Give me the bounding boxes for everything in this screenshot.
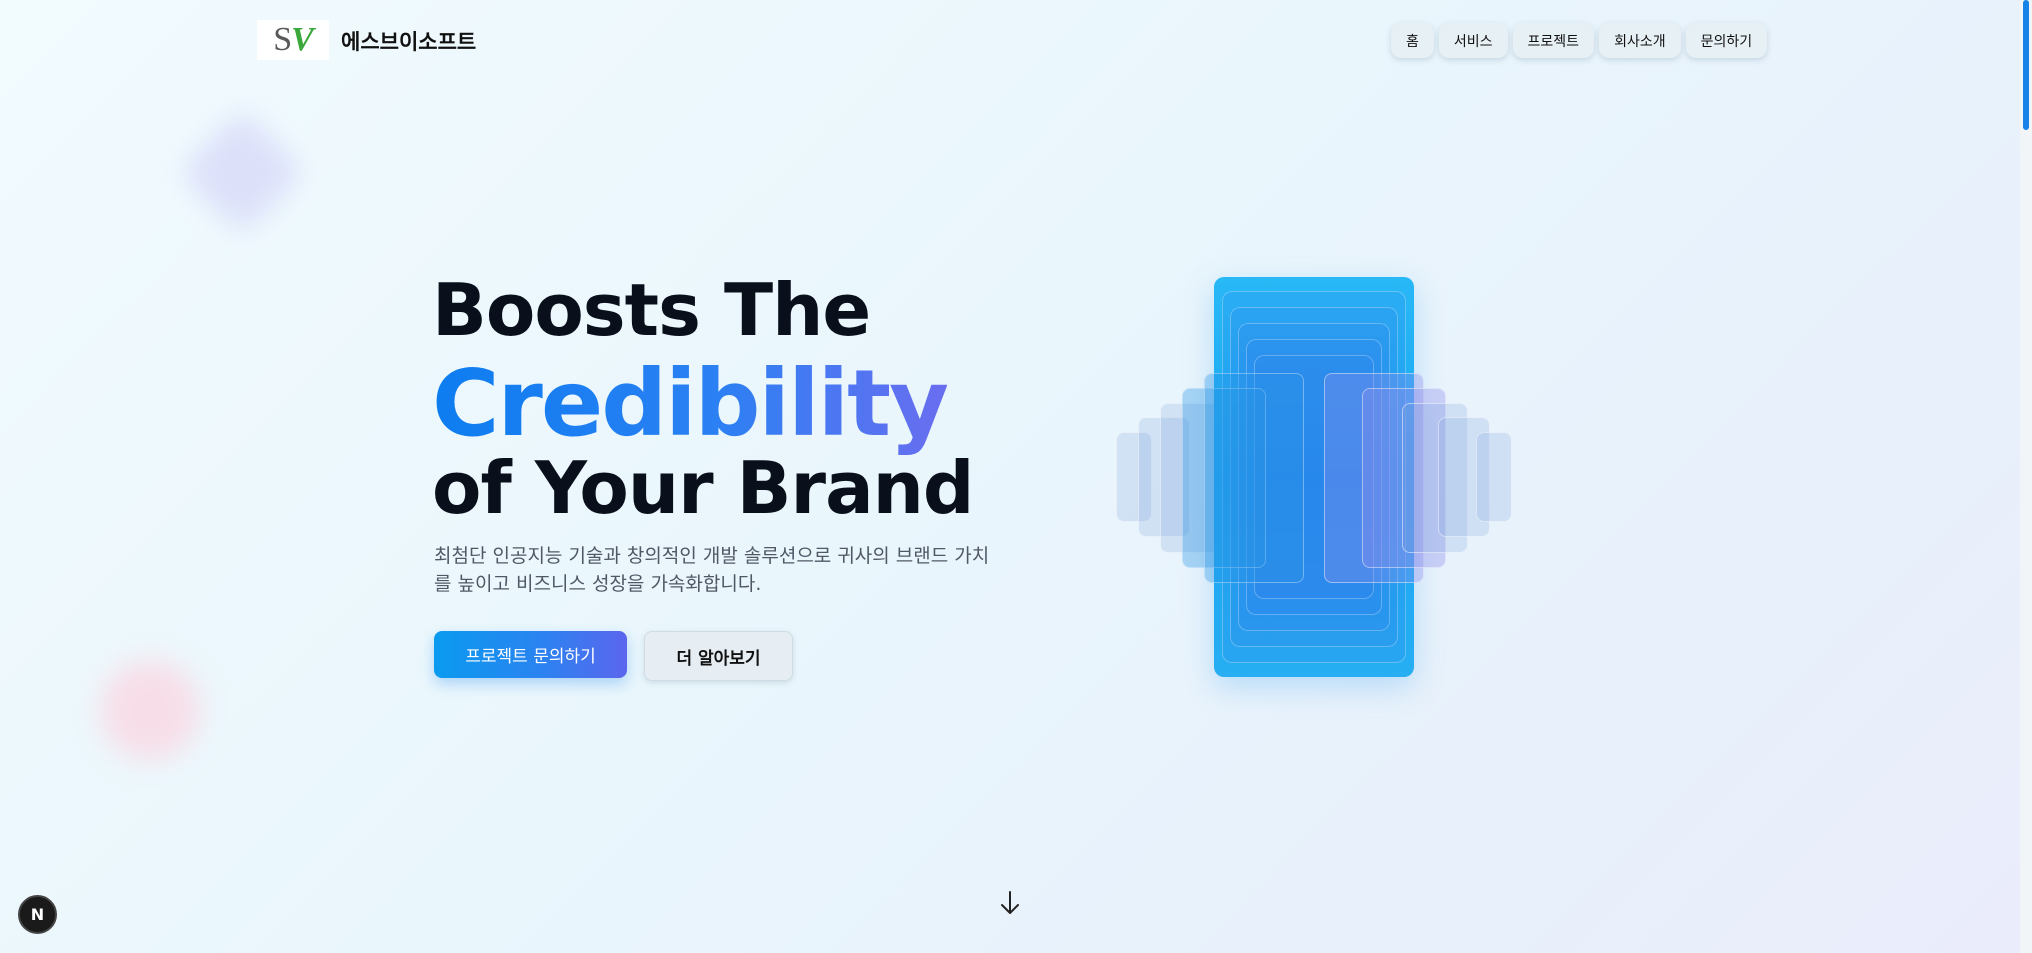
project-inquiry-button[interactable]: 프로젝트 문의하기 xyxy=(434,631,627,678)
logo-letter-s: S xyxy=(273,21,292,58)
nav-item-home[interactable]: 홈 xyxy=(1391,23,1434,58)
hero-illustration xyxy=(1110,270,1520,690)
scrollbar-track[interactable] xyxy=(2020,0,2032,953)
learn-more-button[interactable]: 더 알아보기 xyxy=(644,631,793,681)
scrollbar-thumb[interactable] xyxy=(2023,0,2029,130)
hero-description: 최첨단 인공지능 기술과 창의적인 개발 솔루션으로 귀사의 브랜드 가치를 높… xyxy=(434,545,990,595)
decorative-diamond-blob xyxy=(178,108,306,236)
illustration-card-left-1 xyxy=(1204,373,1304,583)
brand-name[interactable]: 에스브이소프트 xyxy=(341,26,476,56)
logo[interactable]: SV xyxy=(257,20,329,60)
nav-item-projects[interactable]: 프로젝트 xyxy=(1512,23,1595,58)
nav-item-contact[interactable]: 문의하기 xyxy=(1685,23,1768,58)
main-nav: 홈 서비스 프로젝트 회사소개 문의하기 xyxy=(1391,23,1768,58)
hero-title-highlight: Credibility xyxy=(432,350,949,457)
nav-item-about[interactable]: 회사소개 xyxy=(1599,23,1681,58)
illustration-card-far-right xyxy=(1476,432,1512,522)
site-header: SV 에스브이소프트 홈 서비스 프로젝트 회사소개 문의하기 xyxy=(0,0,2020,80)
hero-title-line3: of Your Brand xyxy=(432,446,974,530)
hero-title-line1: Boosts The xyxy=(432,268,871,352)
dev-tools-badge[interactable]: N xyxy=(18,895,57,934)
nav-item-services[interactable]: 서비스 xyxy=(1438,23,1508,58)
arrow-down-icon[interactable] xyxy=(998,890,1022,916)
logo-letter-v: V xyxy=(291,21,314,58)
decorative-circle-blob xyxy=(100,660,200,760)
